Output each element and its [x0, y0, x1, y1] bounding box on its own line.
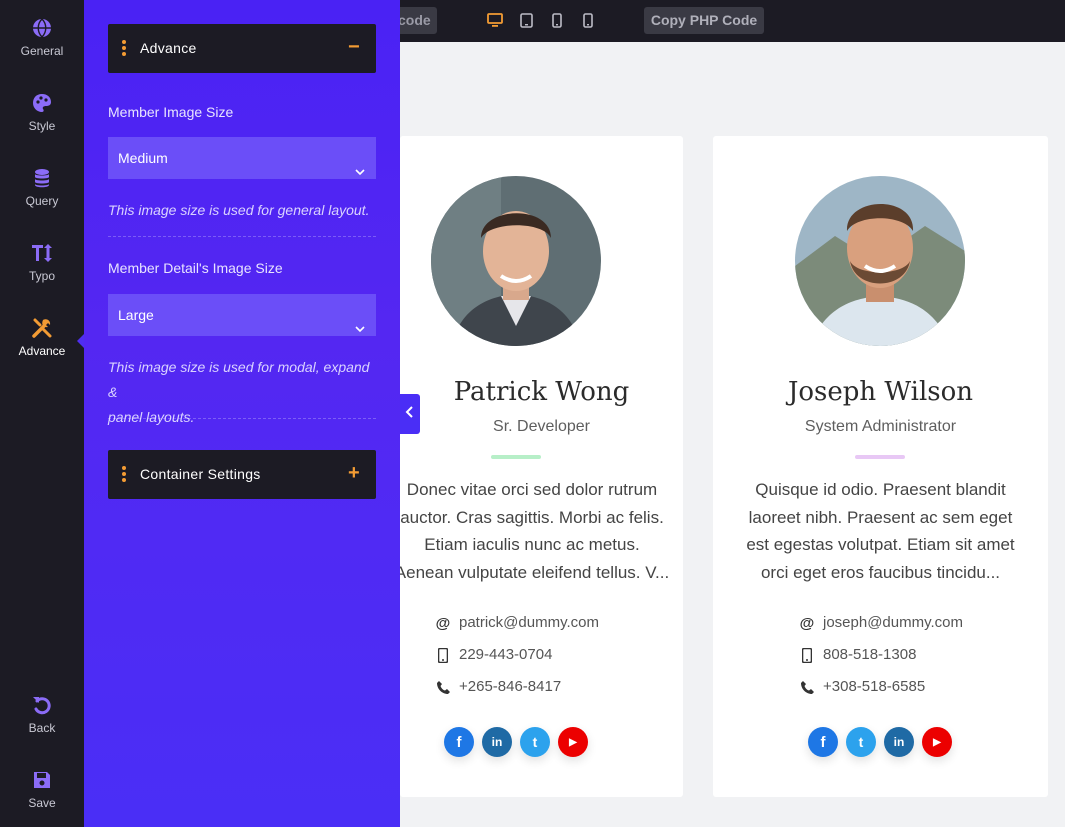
back-button[interactable]: Back — [0, 694, 84, 735]
divider — [108, 418, 376, 419]
select-value: Medium — [118, 150, 168, 166]
phone-icon — [434, 678, 452, 696]
mobile-landscape-icon[interactable] — [549, 11, 565, 29]
facebook-icon[interactable]: f — [808, 727, 838, 757]
member-image-size-hint: This image size is used for general layo… — [108, 202, 370, 218]
sidebar-item-label: Save — [28, 796, 56, 810]
bio-line: laoreet nibh. Praesent ac sem eget — [748, 507, 1013, 527]
collapse-icon[interactable]: − — [348, 36, 360, 59]
member-image-size-select[interactable]: Medium — [108, 137, 376, 179]
email-text: joseph@dummy.com — [823, 614, 963, 631]
section-title: Advance — [140, 40, 197, 56]
sidebar-item-style[interactable]: Style — [0, 92, 84, 133]
settings-sidebar: General Style Query Typo Advance Back Sa… — [0, 0, 84, 827]
desktop-icon[interactable] — [487, 11, 503, 29]
social-links: f t in ▶ — [808, 727, 952, 757]
phone-text: +265-846-8417 — [459, 678, 562, 695]
bio-line: Aenean vulputate eleifend tellus. V... — [394, 562, 670, 582]
bio-line: Etiam iaculis nunc ac metus. — [424, 535, 640, 554]
sidebar-item-advance[interactable]: Advance — [0, 317, 84, 358]
mobile-text: 229-443-0704 — [459, 646, 553, 663]
email-text: patrick@dummy.com — [459, 614, 599, 631]
social-links: f in t ▶ — [444, 727, 588, 757]
team-member-card[interactable]: Joseph Wilson System Administrator Quisq… — [713, 136, 1048, 797]
at-icon: @ — [435, 614, 451, 632]
sidebar-item-query[interactable]: Query — [0, 167, 84, 208]
accent-divider — [855, 455, 905, 459]
select-value: Large — [118, 307, 154, 323]
member-role: Sr. Developer — [493, 418, 590, 435]
container-settings-section-header[interactable]: Container Settings + — [108, 450, 376, 499]
bio-line: orci eget eros faucibus tincidu... — [760, 562, 1001, 582]
text-height-icon — [31, 242, 53, 264]
mobile-icon — [434, 646, 452, 664]
member-name: Patrick Wong — [453, 377, 630, 407]
phone-text: +308-518-6585 — [823, 678, 926, 695]
twitter-icon[interactable]: t — [520, 727, 550, 757]
palette-icon — [31, 92, 53, 114]
twitter-icon[interactable]: t — [846, 727, 876, 757]
linkedin-icon[interactable]: in — [482, 727, 512, 757]
panel-collapse-button[interactable] — [400, 394, 420, 434]
linkedin-icon[interactable]: in — [884, 727, 914, 757]
member-role: System Administrator — [804, 418, 957, 435]
mobile-text: 808-518-1308 — [823, 646, 917, 663]
member-image-size-label: Member Image Size — [108, 104, 234, 120]
sidebar-item-label: Query — [25, 194, 59, 208]
chevron-down-icon — [354, 152, 366, 176]
floppy-disk-icon — [31, 769, 53, 791]
drag-handle-icon — [122, 40, 126, 58]
bio-line: Donec vitae orci sed dolor rutrum — [406, 480, 658, 499]
sidebar-item-general[interactable]: General — [0, 17, 84, 58]
sidebar-item-label: Advance — [18, 344, 66, 358]
mobile-icon — [798, 646, 816, 664]
tablet-icon[interactable] — [518, 11, 534, 29]
accent-divider — [491, 455, 541, 459]
expand-icon[interactable]: + — [348, 462, 360, 485]
bio-line: auctor. Cras sagittis. Morbi ac felis. — [400, 507, 664, 527]
globe-icon — [31, 17, 53, 39]
youtube-icon[interactable]: ▶ — [922, 727, 952, 757]
sidebar-item-label: Typo — [28, 269, 55, 283]
phone-icon — [798, 678, 816, 696]
youtube-icon[interactable]: ▶ — [558, 727, 588, 757]
at-icon: @ — [799, 614, 815, 632]
divider — [108, 236, 376, 237]
hint-line: This image size is used for modal, expan… — [108, 359, 370, 400]
facebook-icon[interactable]: f — [444, 727, 474, 757]
sidebar-item-label: Style — [28, 119, 56, 133]
advance-section-header[interactable]: Advance − — [108, 24, 376, 73]
copy-php-code-button[interactable]: Copy PHP Code — [644, 7, 764, 34]
save-button[interactable]: Save — [0, 769, 84, 810]
bio-line: Quisque id odio. Praesent blandit — [755, 480, 1006, 499]
member-avatar — [795, 176, 965, 346]
device-switcher — [487, 11, 596, 29]
member-avatar — [431, 176, 601, 346]
chevron-left-icon — [405, 405, 415, 423]
section-title: Container Settings — [140, 466, 261, 482]
team-member-card[interactable]: Patrick Wong Sr. Developer Donec vitae o… — [395, 136, 683, 797]
settings-panel: Advance − Member Image Size Medium This … — [84, 0, 400, 827]
drag-handle-icon — [122, 466, 126, 484]
sidebar-item-label: Back — [28, 721, 56, 735]
bio-line: est egestas volutpat. Etiam sit amet — [746, 535, 1015, 554]
member-name: Joseph Wilson — [787, 377, 974, 407]
member-detail-image-size-select[interactable]: Large — [108, 294, 376, 336]
sidebar-item-typo[interactable]: Typo — [0, 242, 84, 283]
member-bio: Quisque id odio. Praesent blandit laoree… — [713, 476, 1048, 586]
member-bio: Donec vitae orci sed dolor rutrum auctor… — [392, 476, 672, 586]
tools-icon — [31, 317, 53, 339]
mobile-icon[interactable] — [580, 11, 596, 29]
sidebar-item-label: General — [20, 44, 64, 58]
database-icon — [31, 167, 53, 189]
member-detail-image-size-label: Member Detail's Image Size — [108, 260, 283, 276]
chevron-down-icon — [354, 309, 366, 333]
undo-icon — [31, 694, 53, 716]
